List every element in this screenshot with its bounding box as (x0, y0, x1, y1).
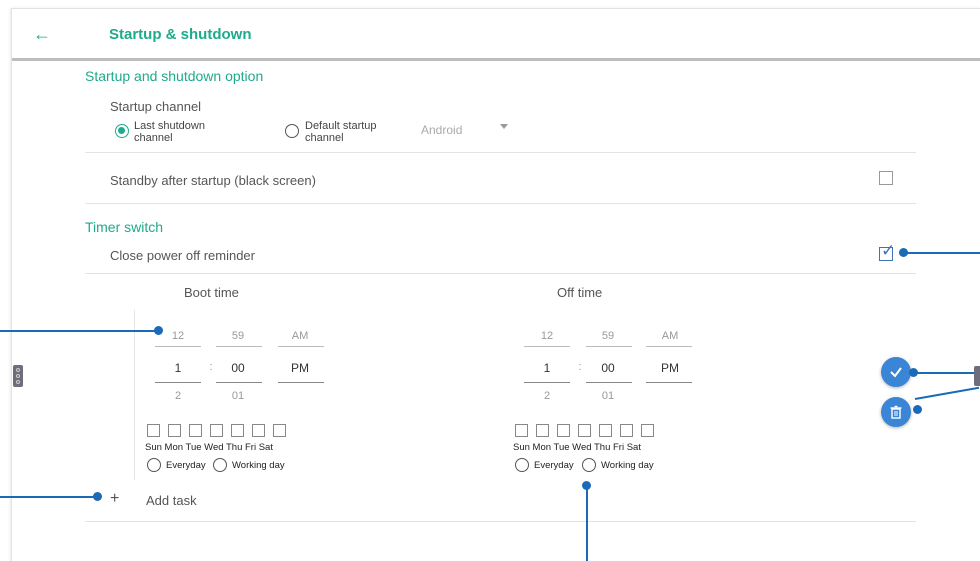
boot-day-checkbox[interactable] (147, 424, 160, 437)
off-day-checkbox[interactable] (557, 424, 570, 437)
off-radio-working-day[interactable] (582, 458, 596, 472)
check-icon (890, 367, 902, 378)
drag-handle-icon[interactable] (13, 365, 23, 387)
confirm-button[interactable] (881, 357, 911, 387)
off-day-checkbox[interactable] (620, 424, 633, 437)
boot-everyday-label: Everyday (166, 460, 206, 471)
check-icon: ✓ (881, 241, 896, 260)
divider (85, 203, 916, 204)
off-day-checkbox[interactable] (641, 424, 654, 437)
chevron-down-icon (500, 124, 508, 129)
callout-dot (909, 368, 918, 377)
wheel-line (524, 382, 570, 383)
off-day-checkbox[interactable] (599, 424, 612, 437)
callout-dot (154, 326, 163, 335)
page-title: Startup & shutdown (109, 26, 252, 43)
off-day-checkbox[interactable] (536, 424, 549, 437)
off-ampm[interactable]: PM (648, 361, 692, 375)
off-working-day-label: Working day (601, 460, 654, 471)
divider (85, 521, 916, 522)
radio-last-shutdown-channel[interactable] (115, 124, 129, 138)
close-reminder-label: Close power off reminder (110, 248, 255, 263)
callout-line (586, 485, 588, 561)
off-ampm-prev: AM (661, 330, 679, 342)
callout-dot (899, 248, 908, 257)
off-day-labels: Sun Mon Tue Wed Thu Fri Sat (513, 442, 641, 453)
back-arrow-icon[interactable]: ← (30, 22, 54, 46)
callout-line (912, 372, 974, 374)
boot-minute[interactable]: 00 (216, 361, 260, 375)
divider (85, 152, 916, 153)
settings-panel: ← Startup & shutdown (11, 8, 980, 561)
divider (85, 273, 916, 274)
wheel-line (586, 382, 632, 383)
wheel-line (216, 346, 262, 347)
radio-last-shutdown-label: Last shutdown channel (134, 120, 205, 144)
timer-switch-section-title: Timer switch (85, 219, 164, 235)
off-minute[interactable]: 00 (586, 361, 630, 375)
drag-handle-icon[interactable] (974, 366, 980, 386)
boot-ampm-prev: AM (291, 330, 309, 342)
wheel-line (278, 382, 324, 383)
startup-channel-dropdown[interactable]: Android (421, 121, 511, 137)
add-task-label: Add task (146, 493, 197, 508)
add-task-button[interactable]: + Add task (108, 490, 208, 510)
off-everyday-label: Everyday (534, 460, 574, 471)
boot-min-prev: 59 (231, 330, 245, 342)
boot-time-label: Boot time (184, 285, 239, 300)
wheel-line (586, 346, 632, 347)
boot-day-checkbox[interactable] (168, 424, 181, 437)
wheel-line (155, 382, 201, 383)
wheel-line (646, 346, 692, 347)
startup-channel-label: Startup channel (110, 99, 202, 114)
wheel-line (216, 382, 262, 383)
off-min-next: 01 (601, 390, 615, 402)
boot-radio-working-day[interactable] (213, 458, 227, 472)
standby-label: Standby after startup (black screen) (110, 173, 316, 188)
off-hour-prev: 12 (540, 330, 554, 342)
wheel-line (524, 346, 570, 347)
callout-line (0, 330, 158, 332)
boot-min-next: 01 (231, 390, 245, 402)
wheel-line (646, 382, 692, 383)
startup-option-section-title: Startup and shutdown option (85, 68, 264, 84)
boot-day-checkbox[interactable] (231, 424, 244, 437)
radio-default-startup-label: Default startup channel (305, 120, 377, 144)
wheel-line (278, 346, 324, 347)
boot-day-checkbox[interactable] (189, 424, 202, 437)
boot-day-labels: Sun Mon Tue Wed Thu Fri Sat (145, 442, 273, 453)
boot-ampm[interactable]: PM (278, 361, 322, 375)
callout-line (0, 496, 97, 498)
plus-icon: + (110, 490, 120, 507)
off-min-prev: 59 (601, 330, 615, 342)
title-bar: ← Startup & shutdown (12, 9, 980, 61)
boot-day-checkbox[interactable] (210, 424, 223, 437)
off-day-checkbox[interactable] (578, 424, 591, 437)
standby-checkbox[interactable] (879, 171, 893, 185)
callout-dot (93, 492, 102, 501)
delete-button[interactable] (881, 397, 911, 427)
callout-dot (913, 405, 922, 414)
dropdown-value: Android (421, 123, 463, 137)
off-day-checkbox[interactable] (515, 424, 528, 437)
boot-time-guide-line (134, 310, 135, 480)
trash-icon (890, 405, 902, 419)
off-hour-next: 2 (543, 390, 551, 402)
boot-day-checkbox[interactable] (252, 424, 265, 437)
close-reminder-checkbox[interactable]: ✓ (879, 242, 895, 261)
boot-hour-next: 2 (174, 390, 182, 402)
wheel-line (155, 346, 201, 347)
off-radio-everyday[interactable] (515, 458, 529, 472)
callout-line (903, 252, 980, 254)
boot-day-checkbox[interactable] (273, 424, 286, 437)
off-time-label: Off time (557, 285, 603, 300)
radio-default-startup-channel[interactable] (285, 124, 299, 138)
callout-dot (582, 481, 591, 490)
boot-working-day-label: Working day (232, 460, 285, 471)
boot-radio-everyday[interactable] (147, 458, 161, 472)
